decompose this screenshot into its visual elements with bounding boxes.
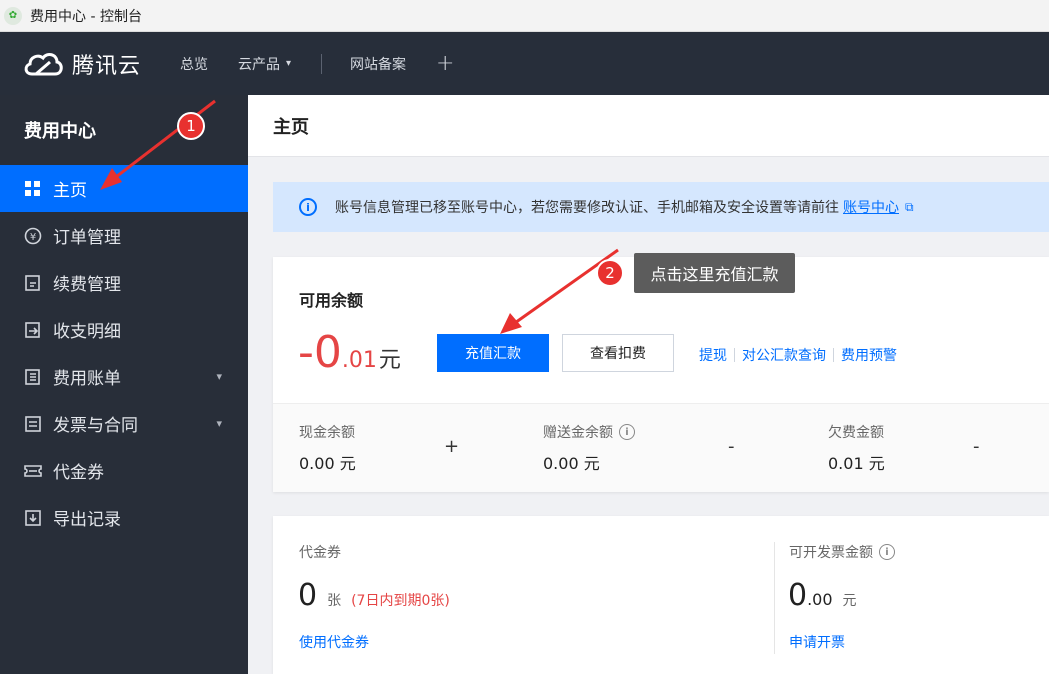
external-link-icon[interactable]: ⧉ xyxy=(905,200,914,215)
nav-divider xyxy=(321,53,323,74)
transactions-icon xyxy=(24,321,42,339)
sidebar: 费用中心 主页 ¥ 订单管理 续费管理 收支明细 费用账单 ▾ 发票与合同 ▾ … xyxy=(0,95,248,674)
window-title: 费用中心 - 控制台 xyxy=(30,8,142,25)
sidebar-item-label: 订单管理 xyxy=(53,228,121,248)
sidebar-item-exports[interactable]: 导出记录 xyxy=(0,494,248,541)
link-divider xyxy=(734,348,735,362)
info-icon[interactable]: i xyxy=(879,544,895,560)
cost-alert-link[interactable]: 费用预警 xyxy=(841,345,897,365)
sidebar-item-orders[interactable]: ¥ 订单管理 xyxy=(0,212,248,259)
invoice-decimal: .00 xyxy=(807,590,833,609)
invoiceable-label: 可开发票金额 xyxy=(789,545,873,561)
info-notice: i 账号信息管理已移至账号中心，若您需要修改认证、手机邮箱及安全设置等请前往 账… xyxy=(273,182,1049,232)
plus-operator: + xyxy=(444,436,460,457)
renew-icon xyxy=(24,274,42,292)
view-deductions-button[interactable]: 查看扣费 xyxy=(562,334,674,372)
owed-amount: 欠费金额 0.01 元 xyxy=(828,422,885,474)
chevron-down-icon: ▾ xyxy=(286,58,292,69)
sidebar-item-vouchers[interactable]: 代金券 xyxy=(0,447,248,494)
sidebar-item-invoices[interactable]: 发票与合同 ▾ xyxy=(0,400,248,447)
owed-amount-label: 欠费金额 xyxy=(828,425,884,441)
invoiceable-value: 0 .00 元 xyxy=(788,578,857,613)
balance-unit: 元 xyxy=(378,348,401,373)
cloud-logo-icon xyxy=(24,52,63,75)
withdraw-link[interactable]: 提现 xyxy=(699,345,727,365)
recharge-button[interactable]: 充值汇款 xyxy=(437,334,549,372)
export-icon xyxy=(24,509,42,527)
balance-decimal: .01 xyxy=(341,348,377,373)
gift-balance-label: 赠送金余额 xyxy=(543,425,613,441)
link-divider xyxy=(833,348,834,362)
annotation-tooltip: 点击这里充值汇款 xyxy=(634,253,795,293)
chevron-down-icon: ▾ xyxy=(216,417,222,430)
gift-balance: 赠送金余额 i 0.00 元 xyxy=(543,422,635,474)
add-shortcut-icon[interactable]: + xyxy=(436,51,454,76)
sidebar-item-label: 收支明细 xyxy=(53,322,121,342)
step-badge-1: 1 xyxy=(177,112,205,140)
sidebar-title: 费用中心 xyxy=(24,121,96,142)
voucher-expiring: (7日内到期0张) xyxy=(351,593,450,609)
voucher-unit: 张 xyxy=(327,593,342,609)
invoice-icon xyxy=(24,415,42,433)
sidebar-item-transactions[interactable]: 收支明细 xyxy=(0,306,248,353)
nav-icp-filing[interactable]: 网站备案 xyxy=(350,54,406,74)
cash-balance: 现金余额 0.00 元 xyxy=(299,422,356,474)
nav-cloud-products[interactable]: 云产品 ▾ xyxy=(238,54,291,74)
invoice-unit: 元 xyxy=(842,593,857,609)
balance-amount: -0 .01 元 xyxy=(298,327,401,378)
balance-label: 可用余额 xyxy=(299,291,364,310)
favicon-icon: ✿ xyxy=(4,6,22,25)
top-nav: 腾讯云 总览 云产品 ▾ 网站备案 + xyxy=(0,32,1049,95)
sidebar-item-bills[interactable]: 费用账单 ▾ xyxy=(0,353,248,400)
invoiceable-amount: 可开发票金额 i xyxy=(789,542,895,562)
browser-tab[interactable]: ✿ 费用中心 - 控制台 xyxy=(0,0,1049,32)
sidebar-item-label: 导出记录 xyxy=(53,510,121,530)
sidebar-item-label: 费用账单 xyxy=(53,369,121,389)
grid-icon xyxy=(24,180,42,198)
account-center-link[interactable]: 账号中心 xyxy=(843,197,899,217)
logo[interactable]: 腾讯云 xyxy=(22,48,180,80)
main-content: 主页 i 账号信息管理已移至账号中心，若您需要修改认证、手机邮箱及安全设置等请前… xyxy=(248,95,1049,674)
voucher-icon xyxy=(24,462,42,480)
card-divider xyxy=(774,542,775,654)
chevron-down-icon: ▾ xyxy=(216,370,222,383)
minus-operator: - xyxy=(973,436,980,457)
balance-integer: -0 xyxy=(298,327,342,378)
info-icon[interactable]: i xyxy=(619,424,635,440)
brand-name: 腾讯云 xyxy=(72,53,142,79)
nav-overview[interactable]: 总览 xyxy=(180,54,208,74)
yen-circle-icon: ¥ xyxy=(24,227,42,245)
page-title: 主页 xyxy=(248,95,1049,157)
sidebar-item-renewal[interactable]: 续费管理 xyxy=(0,259,248,306)
voucher-count-value: 0 xyxy=(298,578,318,613)
info-icon: i xyxy=(299,198,317,216)
gift-balance-value: 0.00 元 xyxy=(543,454,600,473)
balance-links: 提现 对公汇款查询 费用预警 xyxy=(699,345,897,365)
sidebar-item-label: 发票与合同 xyxy=(53,416,138,436)
corporate-transfer-link[interactable]: 对公汇款查询 xyxy=(742,345,826,365)
step-badge-2: 2 xyxy=(596,259,624,287)
cash-balance-label: 现金余额 xyxy=(299,425,355,441)
owed-amount-value: 0.01 元 xyxy=(828,454,885,473)
sidebar-item-home[interactable]: 主页 xyxy=(0,165,248,212)
minus-operator: - xyxy=(728,436,735,457)
sidebar-item-label: 主页 xyxy=(53,181,87,201)
sidebar-item-label: 续费管理 xyxy=(53,275,121,295)
invoice-integer: 0 xyxy=(788,578,808,613)
sidebar-item-label: 代金券 xyxy=(53,463,104,483)
request-invoice-link[interactable]: 申请开票 xyxy=(789,632,845,652)
voucher-count: 0 张 (7日内到期0张) xyxy=(298,578,450,613)
svg-text:¥: ¥ xyxy=(30,232,36,243)
notice-text: 账号信息管理已移至账号中心，若您需要修改认证、手机邮箱及安全设置等请前往 xyxy=(335,200,839,216)
bill-icon xyxy=(24,368,42,386)
use-voucher-link[interactable]: 使用代金券 xyxy=(299,632,369,652)
voucher-label: 代金券 xyxy=(299,545,341,561)
balance-breakdown: 现金余额 0.00 元 + 赠送金余额 i 0.00 元 - 欠费金额 0.01 … xyxy=(273,403,1049,492)
voucher-invoice-card: 代金券 0 张 (7日内到期0张) 使用代金券 可开发票金额 i 0 .00 元… xyxy=(273,516,1049,674)
cash-balance-value: 0.00 元 xyxy=(299,454,356,473)
